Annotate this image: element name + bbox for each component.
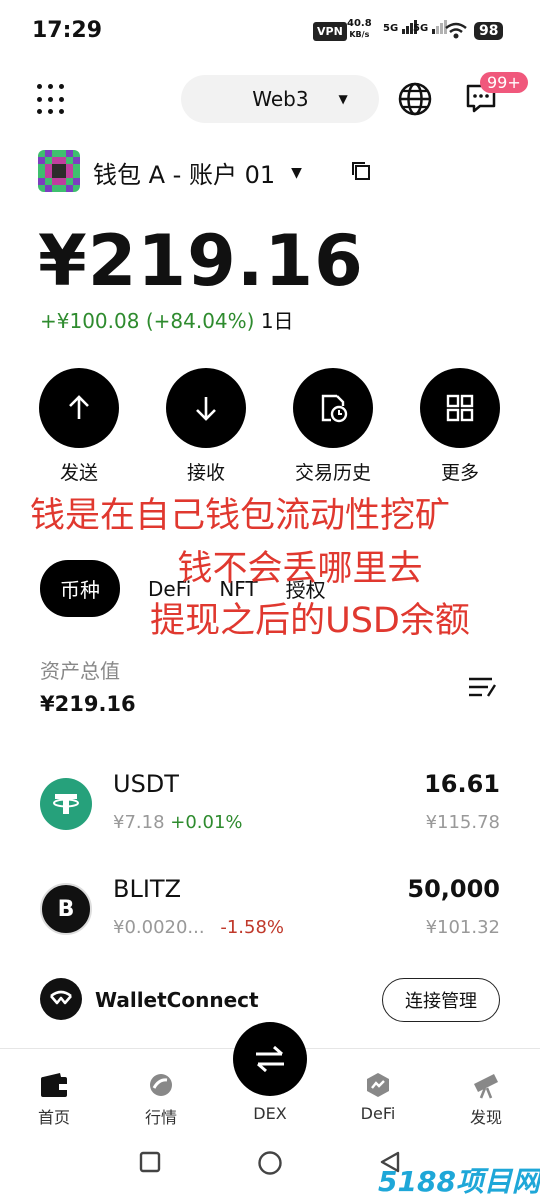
total-balance: ¥219.16 — [38, 220, 364, 302]
nav-home[interactable]: 首页 — [14, 1070, 94, 1128]
grid-four-icon — [446, 394, 474, 422]
nav-discover-label: 发现 — [469, 1108, 502, 1127]
asset-price-row: ¥0.0020... -1.58% — [113, 917, 284, 938]
asset-amount: 16.61 — [424, 770, 500, 798]
copy-icon[interactable] — [350, 160, 372, 182]
sim2-signal: 5G — [413, 20, 448, 34]
dex-swap-button[interactable] — [233, 1022, 307, 1096]
send-label: 发送 — [59, 462, 98, 484]
site-watermark: 5188项目网 — [378, 1165, 540, 1198]
asset-row-blitz[interactable]: B BLITZ ¥0.0020... -1.58% 50,000 ¥101.32 — [40, 875, 500, 955]
manage-connections-button[interactable]: 连接管理 — [382, 978, 500, 1022]
network-speed: 40.8 KB/s — [347, 18, 372, 40]
swap-icon — [256, 1045, 284, 1073]
sim1-label: 5G — [383, 23, 399, 34]
balance-change: +¥100.08 (+84.04%) 1日 — [40, 305, 294, 334]
telescope-icon — [474, 1074, 498, 1099]
blitz-logo-icon: B — [40, 883, 92, 935]
battery-indicator: 98 — [474, 22, 504, 40]
recent-apps-icon[interactable] — [138, 1150, 162, 1174]
annotation-line-2: 钱不会丢哪里去 — [177, 549, 423, 589]
total-assets-label: 资产总值 — [40, 659, 120, 683]
receive-button[interactable]: 接收 — [166, 368, 246, 485]
speed-unit: KB/s — [349, 30, 370, 39]
send-button[interactable]: 发送 — [39, 368, 119, 485]
nav-market[interactable]: 行情 — [121, 1070, 201, 1128]
asset-price: ¥0.0020... — [113, 917, 205, 938]
asset-symbol: USDT — [113, 770, 179, 798]
asset-change: -1.58% — [220, 917, 285, 938]
asset-row-usdt[interactable]: USDT ¥7.18 +0.01% 16.61 ¥115.78 — [40, 770, 500, 850]
history-icon — [321, 394, 348, 423]
annotation-line-1: 钱是在自己钱包流动性挖矿 — [30, 496, 451, 536]
asset-price: ¥7.18 — [113, 812, 165, 833]
more-button[interactable]: 更多 — [420, 368, 500, 485]
wallet-name: 钱包 A - 账户 01 — [93, 161, 276, 189]
defi-icon — [367, 1073, 389, 1097]
walletconnect-row: WalletConnect 连接管理 — [40, 978, 500, 1024]
status-time: 17:29 — [32, 18, 103, 43]
market-icon — [150, 1074, 172, 1096]
nav-defi-label: DeFi — [360, 1104, 396, 1123]
balance-change-amount: +¥100.08 (+84.04%) — [40, 309, 255, 333]
sim2-label: 5G — [413, 23, 429, 34]
annotation-line-3: 提现之后的USD余额 — [150, 601, 470, 641]
asset-symbol: BLITZ — [113, 875, 182, 903]
notification-badge: 99+ — [480, 72, 528, 93]
wifi-icon — [445, 22, 467, 39]
caret-down-icon: ▼ — [338, 92, 348, 106]
walletconnect-logo-icon — [40, 978, 82, 1020]
nav-defi[interactable]: DeFi — [338, 1070, 418, 1123]
asset-value: ¥115.78 — [425, 812, 500, 833]
caret-down-icon: ▼ — [291, 164, 302, 181]
receive-label: 接收 — [186, 462, 225, 484]
apps-menu-icon[interactable] — [37, 84, 69, 116]
wallet-icon — [41, 1073, 67, 1097]
nav-home-label: 首页 — [37, 1108, 70, 1127]
asset-change: +0.01% — [170, 812, 243, 833]
wallet-avatar — [38, 150, 80, 192]
home-circle-icon[interactable] — [257, 1150, 283, 1176]
walletconnect-name: WalletConnect — [95, 988, 259, 1012]
usdt-logo-icon — [40, 778, 92, 830]
total-assets-value: ¥219.16 — [40, 692, 136, 716]
wallet-selector[interactable]: 钱包 A - 账户 01 ▼ — [93, 155, 302, 190]
nav-dex-label: DEX — [253, 1104, 287, 1123]
asset-price-row: ¥7.18 +0.01% — [113, 812, 243, 833]
history-button[interactable]: 交易历史 — [293, 368, 373, 485]
asset-value: ¥101.32 — [425, 917, 500, 938]
network-selector[interactable]: Web3 ▼ — [181, 75, 379, 123]
sort-icon[interactable] — [466, 674, 498, 702]
globe-icon[interactable] — [397, 81, 433, 117]
history-label: 交易历史 — [294, 462, 371, 484]
nav-discover[interactable]: 发现 — [446, 1070, 526, 1128]
more-label: 更多 — [440, 462, 479, 484]
balance-change-period: 1日 — [260, 309, 294, 333]
arrow-up-icon — [69, 395, 89, 419]
nav-market-label: 行情 — [144, 1108, 177, 1127]
arrow-down-icon — [196, 397, 216, 421]
asset-amount: 50,000 — [407, 875, 500, 903]
vpn-indicator: VPN — [313, 22, 347, 41]
speed-value: 40.8 — [347, 18, 372, 29]
network-selector-label: Web3 — [252, 87, 309, 111]
